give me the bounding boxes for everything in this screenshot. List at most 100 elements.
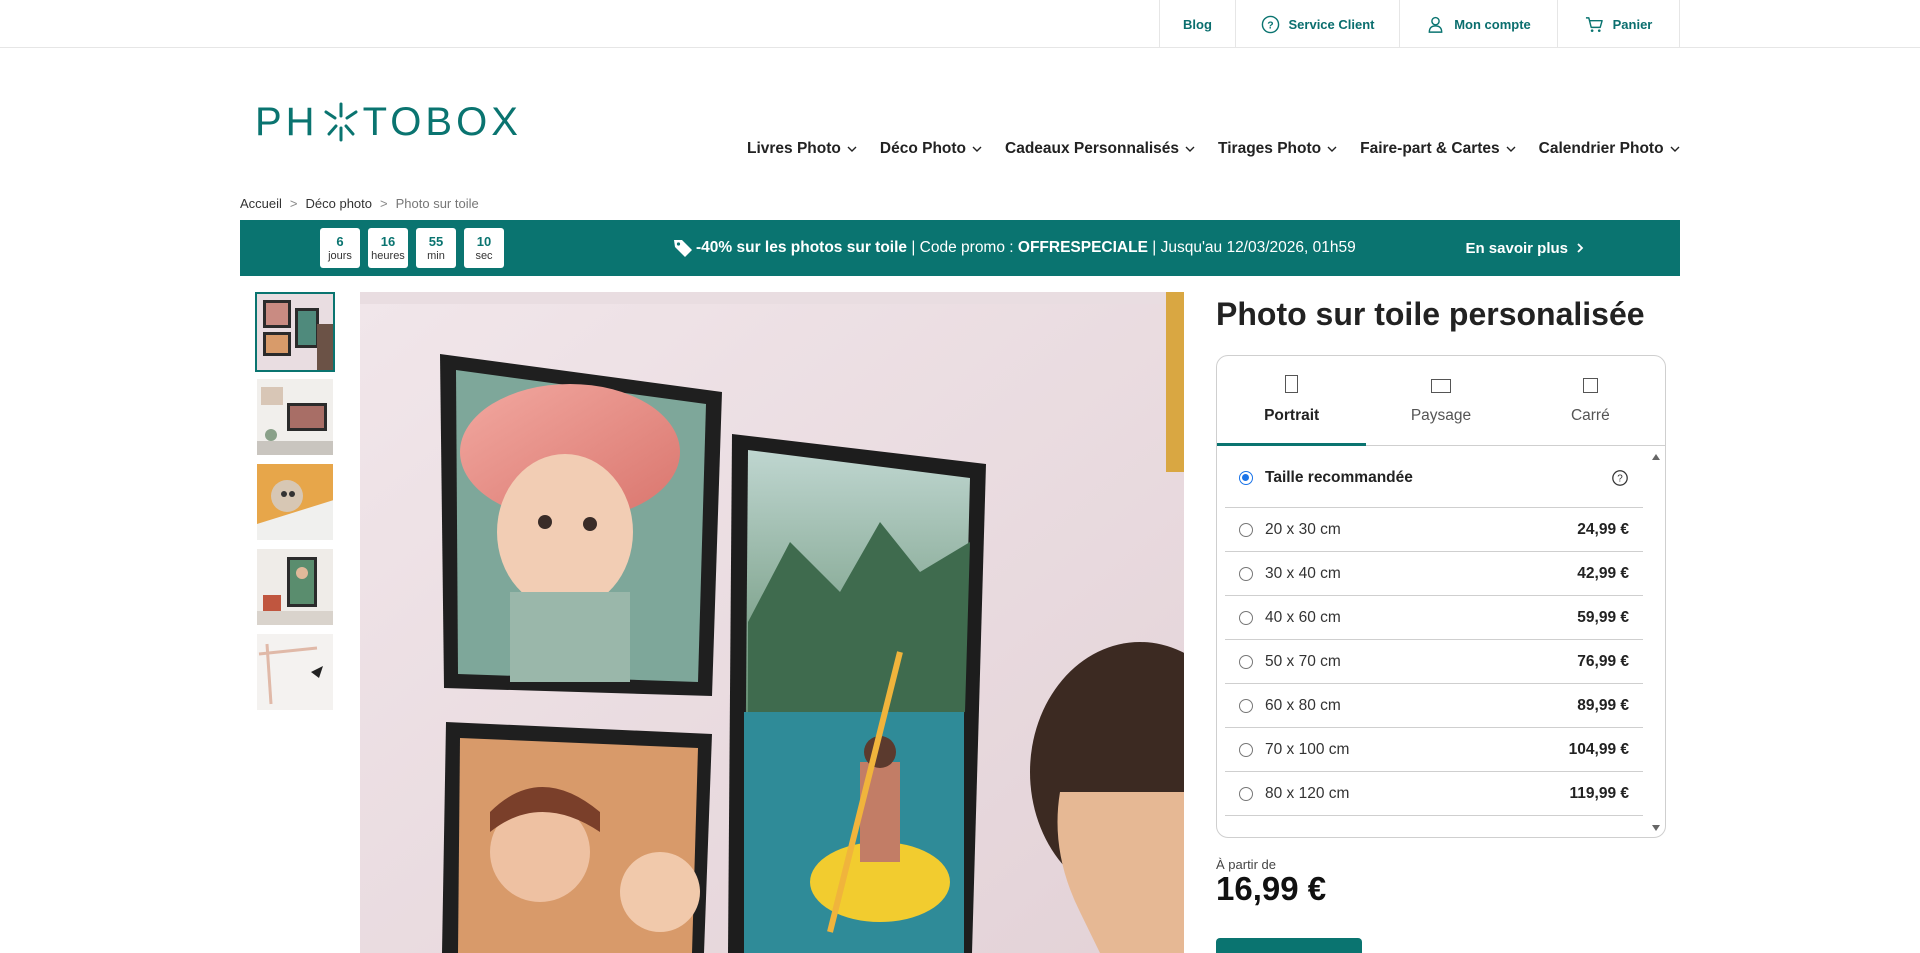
thumbnail-1[interactable] <box>255 292 335 372</box>
countdown-hours: 16 heures <box>368 228 408 268</box>
breadcrumb-home[interactable]: Accueil <box>240 196 282 211</box>
top-utility-bar: Blog ? Service Client Mon compte Panier <box>0 0 1920 48</box>
promo-message: -40% sur les photos sur toile | Code pro… <box>672 220 1356 276</box>
square-icon <box>1582 378 1598 393</box>
account-link[interactable]: Mon compte <box>1399 0 1557 48</box>
breadcrumb-current: Photo sur toile <box>395 196 479 211</box>
size-selector-panel: Portrait Paysage Carré Taille recommandé… <box>1216 355 1666 838</box>
nav-livres-photo[interactable]: Livres Photo <box>747 138 858 160</box>
radio-button[interactable] <box>1239 610 1253 625</box>
size-label: 80 x 120 cm <box>1265 784 1350 802</box>
tab-carre-label: Carré <box>1570 407 1610 424</box>
photobox-logo[interactable]: PH TOBOX <box>255 100 522 144</box>
logo-star-icon <box>324 102 358 142</box>
size-label: 30 x 40 cm <box>1265 564 1341 582</box>
size-option[interactable]: 70 x 100 cm 104,99 € <box>1225 728 1643 772</box>
radio-button[interactable] <box>1239 566 1253 581</box>
chevron-down-icon <box>1506 146 1516 152</box>
service-client-link[interactable]: ? Service Client <box>1235 0 1399 48</box>
radio-button[interactable] <box>1239 742 1253 757</box>
tab-paysage-label: Paysage <box>1410 407 1472 424</box>
cart-icon <box>1585 16 1603 32</box>
chevron-right-icon <box>1577 243 1584 253</box>
size-option[interactable]: 30 x 40 cm 42,99 € <box>1225 552 1643 596</box>
logo-text-left: PH <box>255 99 319 144</box>
thumbnail-5[interactable] <box>255 632 335 712</box>
orientation-tabs: Portrait Paysage Carré <box>1217 356 1665 446</box>
size-option[interactable]: 60 x 80 cm 89,99 € <box>1225 684 1643 728</box>
promo-code-label: Code promo : <box>919 239 1018 256</box>
product-title: Photo sur toile personalisée <box>1216 296 1645 332</box>
nav-calendrier[interactable]: Calendrier Photo <box>1539 138 1681 160</box>
price-tag-icon <box>674 240 692 257</box>
promo-more-link[interactable]: En savoir plus <box>1465 220 1584 276</box>
size-price: 104,99 € <box>1568 740 1629 758</box>
promo-more-label: En savoir plus <box>1465 239 1568 257</box>
chevron-down-icon <box>1185 146 1195 152</box>
scroll-up-icon[interactable] <box>1651 452 1661 462</box>
product-hero-image <box>360 292 1184 953</box>
nav-faire-part[interactable]: Faire-part & Cartes <box>1360 138 1517 160</box>
tab-portrait[interactable]: Portrait <box>1217 356 1367 446</box>
user-icon <box>1428 16 1443 33</box>
promo-until: | Jusqu'au 12/03/2026, 01h59 <box>1147 239 1356 256</box>
cart-link[interactable]: Panier <box>1557 0 1680 48</box>
recommended-size-option[interactable]: Taille recommandée ? <box>1225 448 1643 508</box>
cart-label: Panier <box>1612 16 1653 32</box>
breadcrumb-separator: > <box>380 196 388 211</box>
size-option[interactable]: 20 x 30 cm 24,99 € <box>1225 508 1643 552</box>
size-price: 76,99 € <box>1577 652 1629 670</box>
size-option-list: Taille recommandée ? 20 x 30 cm 24,99 € 3… <box>1225 448 1643 837</box>
breadcrumb-deco[interactable]: Déco photo <box>306 196 373 211</box>
help-circle-icon: ? <box>1261 15 1279 33</box>
breadcrumb: Accueil > Déco photo > Photo sur toile <box>240 196 479 211</box>
size-label: 70 x 100 cm <box>1265 740 1350 758</box>
chevron-down-icon <box>847 146 857 152</box>
chevron-down-icon <box>1670 146 1680 152</box>
svg-text:?: ? <box>1267 20 1273 31</box>
tab-carre[interactable]: Carré <box>1516 356 1665 445</box>
service-client-label: Service Client <box>1288 16 1375 32</box>
radio-selected[interactable] <box>1239 470 1253 485</box>
nav-deco-photo[interactable]: Déco Photo <box>880 138 983 160</box>
nav-tirages[interactable]: Tirages Photo <box>1218 138 1338 160</box>
tab-paysage[interactable]: Paysage <box>1366 356 1515 445</box>
main-nav: Livres Photo Déco Photo Cadeaux Personna… <box>747 138 1703 160</box>
recommended-label: Taille recommandée <box>1265 468 1413 486</box>
size-label: 20 x 30 cm <box>1265 520 1341 538</box>
portrait-icon <box>1285 375 1299 393</box>
help-circle-icon[interactable]: ? <box>1611 469 1629 487</box>
promo-headline: -40% sur les photos sur toile <box>696 239 908 256</box>
scroll-down-icon[interactable] <box>1651 823 1661 833</box>
size-price: 119,99 € <box>1569 784 1629 802</box>
radio-button[interactable] <box>1239 698 1253 713</box>
radio-button[interactable] <box>1239 522 1253 537</box>
thumbnail-3[interactable] <box>255 462 335 542</box>
breadcrumb-separator: > <box>289 196 298 211</box>
logo-text-right: TOBOX <box>362 99 522 144</box>
size-label: 60 x 80 cm <box>1265 696 1341 714</box>
start-creation-button[interactable] <box>1216 938 1362 953</box>
blog-link[interactable]: Blog <box>1159 0 1235 48</box>
chevron-down-icon <box>1327 146 1337 152</box>
radio-button[interactable] <box>1239 786 1253 801</box>
starting-price: 16,99 € <box>1216 870 1327 907</box>
blog-label: Blog <box>1183 16 1212 32</box>
size-option[interactable]: 50 x 70 cm 76,99 € <box>1225 640 1643 684</box>
radio-button[interactable] <box>1239 654 1253 669</box>
promo-banner: 6 jours 16 heures 55 min 10 sec -40% sur les… <box>240 220 1680 276</box>
size-option[interactable]: 80 x 120 cm 119,99 € <box>1225 772 1643 816</box>
tab-portrait-label: Portrait <box>1264 407 1320 424</box>
nav-cadeaux[interactable]: Cadeaux Personnalisés <box>1005 138 1196 160</box>
landscape-icon <box>1430 379 1451 393</box>
size-option[interactable]: 40 x 60 cm 59,99 € <box>1225 596 1643 640</box>
thumbnail-2[interactable] <box>255 377 335 457</box>
size-price: 42,99 € <box>1577 564 1629 582</box>
promo-code: OFFRESPECIALE <box>1017 239 1148 256</box>
svg-text:?: ? <box>1617 473 1623 484</box>
size-price: 24,99 € <box>1577 520 1629 538</box>
size-label: 50 x 70 cm <box>1265 652 1341 670</box>
countdown-seconds: 10 sec <box>464 228 504 268</box>
thumbnail-list <box>255 292 335 717</box>
thumbnail-4[interactable] <box>255 547 335 627</box>
